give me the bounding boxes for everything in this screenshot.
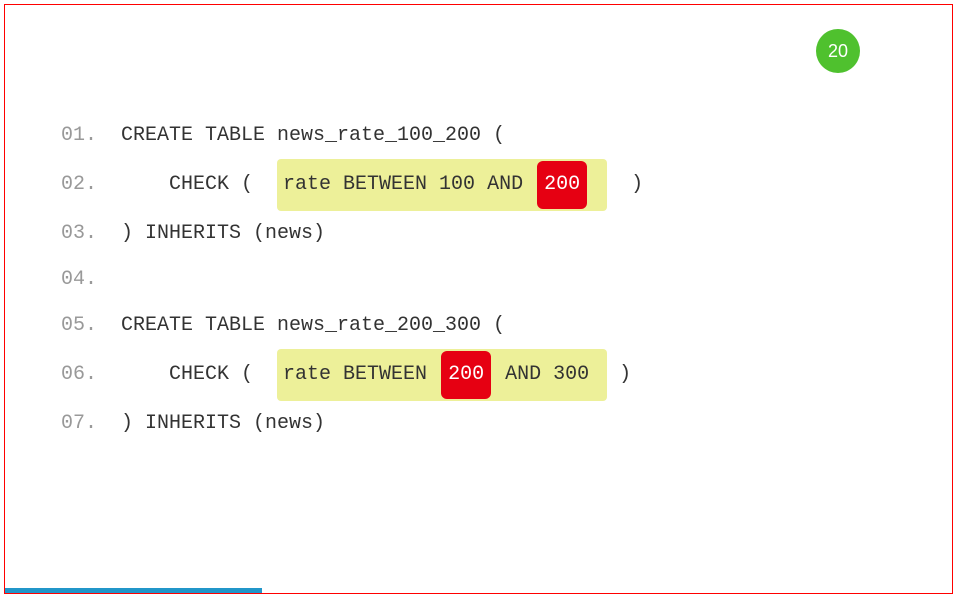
line-number: 07.: [61, 401, 121, 447]
code-line: 04.: [61, 257, 643, 303]
line-number: 06.: [61, 352, 121, 398]
code-line: 07. ) INHERITS (news): [61, 401, 643, 447]
line-number: 03.: [61, 211, 121, 257]
code-text: ): [607, 352, 631, 398]
code-text: ) INHERITS (news): [121, 401, 325, 447]
highlight-text-post: AND 300: [493, 352, 601, 398]
code-text: ) INHERITS (news): [121, 211, 325, 257]
code-text: ): [607, 162, 643, 208]
code-line: 05. CREATE TABLE news_rate_200_300 (: [61, 303, 643, 349]
line-number: 02.: [61, 162, 121, 208]
slide-container: 20 01. CREATE TABLE news_rate_100_200 ( …: [4, 4, 953, 594]
code-line: 03. ) INHERITS (news): [61, 211, 643, 257]
highlight-text-pre: rate BETWEEN 100 AND: [283, 162, 535, 208]
code-text: CREATE TABLE news_rate_100_200 (: [121, 113, 505, 159]
code-line: 06. CHECK ( rate BETWEEN 200 AND 300 ): [61, 349, 643, 401]
code-line: 02. CHECK ( rate BETWEEN 100 AND 200 ): [61, 159, 643, 211]
highlight-text-post: [589, 162, 601, 208]
code-text: CREATE TABLE news_rate_200_300 (: [121, 303, 505, 349]
line-number: 01.: [61, 113, 121, 159]
highlight-yellow: rate BETWEEN 100 AND 200: [277, 159, 607, 211]
code-text: CHECK (: [121, 162, 277, 208]
code-line: 01. CREATE TABLE news_rate_100_200 (: [61, 113, 643, 159]
progress-bar: [5, 588, 262, 593]
highlight-yellow: rate BETWEEN 200 AND 300: [277, 349, 607, 401]
highlight-red: 200: [537, 161, 587, 209]
line-number: 04.: [61, 257, 121, 303]
line-number: 05.: [61, 303, 121, 349]
code-block: 01. CREATE TABLE news_rate_100_200 ( 02.…: [61, 113, 643, 447]
highlight-red: 200: [441, 351, 491, 399]
code-text: CHECK (: [121, 352, 277, 398]
highlight-text-pre: rate BETWEEN: [283, 352, 439, 398]
slide-number-badge: 20: [816, 29, 860, 73]
